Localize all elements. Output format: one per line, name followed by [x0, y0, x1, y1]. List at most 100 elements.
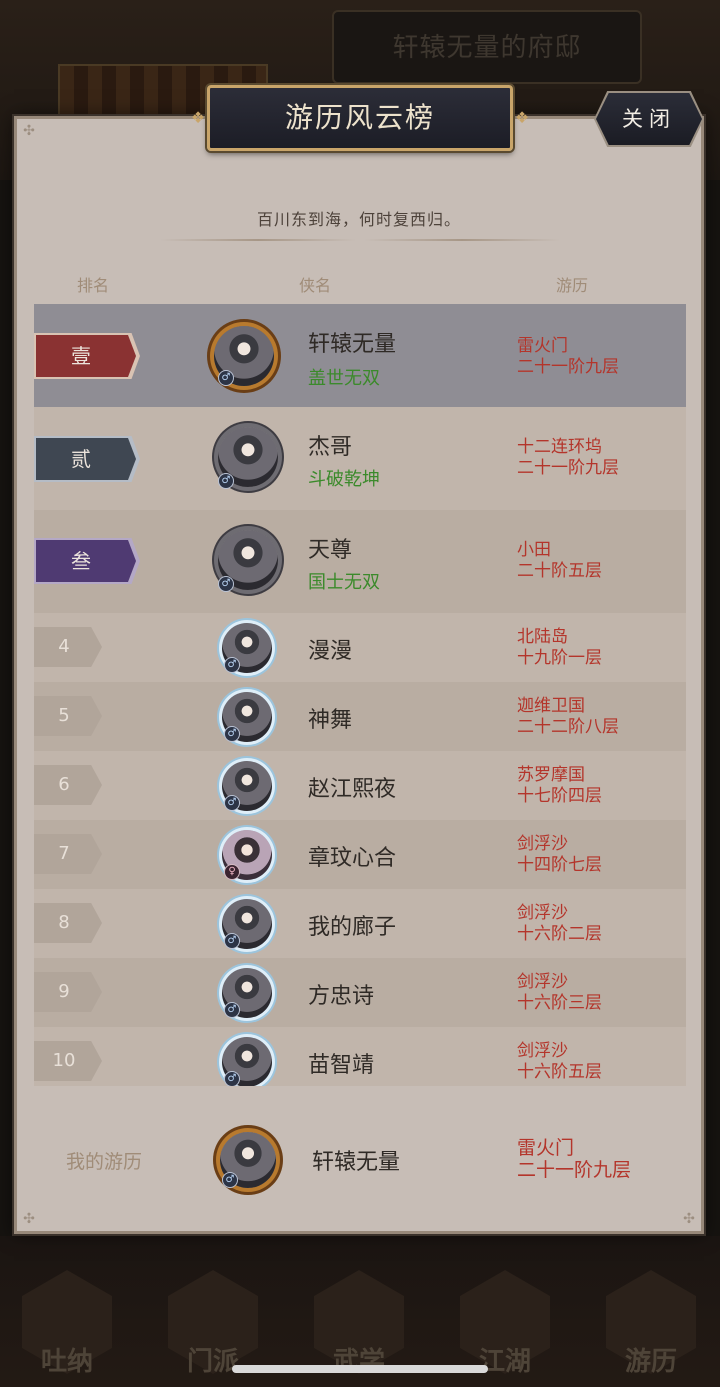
rank-label: 壹: [71, 344, 91, 368]
my-travel-place: 雷火门: [517, 1137, 575, 1159]
rank-label: 9: [58, 981, 70, 1002]
my-name: 轩辕无量: [312, 1150, 401, 1175]
leaderboard-row-8[interactable]: 8 ♂ 我的廊子 剑浮沙 十六阶二层: [34, 889, 686, 958]
player-name: 方忠诗: [308, 984, 375, 1009]
travel-place: 剑浮沙: [517, 834, 568, 854]
male-icon: ♂: [222, 1172, 238, 1188]
travel-place: 剑浮沙: [517, 1041, 568, 1061]
title-wing-right-icon: ❖: [514, 108, 530, 127]
leaderboard-row-9[interactable]: 9 ♂ 方忠诗 剑浮沙 十六阶三层: [34, 958, 686, 1027]
travel-stage: 二十阶五层: [517, 561, 602, 581]
leaderboard-row-1[interactable]: 壹 ♂ 轩辕无量 盖世无双 雷火门 二十一阶九层: [34, 304, 686, 407]
travel-place: 小田: [517, 540, 551, 560]
male-icon: ♂: [224, 657, 240, 673]
close-button[interactable]: 关闭: [596, 93, 702, 145]
rank-label: 8: [58, 912, 70, 933]
column-header-rank: 排名: [77, 276, 110, 295]
male-icon: ♂: [218, 370, 234, 386]
travel-place: 苏罗摩国: [517, 765, 585, 785]
rank-badge: 叁: [34, 538, 140, 584]
player-name: 天尊: [308, 538, 353, 563]
rank-badge: 6: [34, 765, 102, 805]
travel-stage: 二十二阶八层: [517, 717, 619, 737]
nav-youli-label: 游历: [624, 1347, 677, 1377]
player-name: 神舞: [308, 708, 353, 733]
leaderboard-row-6[interactable]: 6 ♂ 赵江熙夜 苏罗摩国 十七阶四层: [34, 751, 686, 820]
travel-place: 北陆岛: [517, 627, 568, 647]
corner-ornament-icon: ✣: [23, 123, 35, 139]
travel-place: 迦维卫国: [517, 696, 585, 716]
player-name: 章玟心合: [308, 846, 397, 871]
rank-badge: 10: [34, 1041, 102, 1081]
panel-subtitle: 百川东到海，何时复西归。: [256, 210, 461, 229]
nav-tuna-label: 吐纳: [40, 1347, 93, 1377]
travel-stage: 二十一阶九层: [517, 458, 619, 478]
player-title: 国士无双: [308, 572, 380, 593]
player-name: 漫漫: [308, 639, 353, 664]
panel-title-plate: 游历风云榜: [207, 85, 513, 151]
male-icon: ♂: [224, 933, 240, 949]
nav-jianghu: 江湖: [450, 1270, 560, 1380]
home-indicator[interactable]: [232, 1365, 488, 1373]
column-header-hero: 侠名: [299, 276, 332, 295]
nav-wuxue: 武学: [304, 1270, 414, 1380]
rank-label: 6: [58, 774, 70, 795]
rank-label: 10: [52, 1050, 76, 1071]
rank-badge: 7: [34, 834, 102, 874]
column-header-travel: 游历: [556, 276, 589, 295]
player-name: 轩辕无量: [308, 332, 397, 357]
rank-badge: 壹: [34, 333, 140, 379]
leaderboard-row-2[interactable]: 贰 ♂ 杰哥 斗破乾坤 十二连环坞 二十一阶九层: [34, 407, 686, 510]
rank-label: 7: [58, 843, 70, 864]
my-travel-label: 我的游历: [66, 1151, 143, 1173]
travel-stage: 十六阶二层: [517, 924, 602, 944]
male-icon: ♂: [224, 1002, 240, 1018]
mansion-title: 轩辕无量的府邸: [332, 10, 642, 84]
travel-place: 雷火门: [517, 336, 568, 356]
travel-stage: 十九阶一层: [517, 648, 602, 668]
travel-place: 十二连环坞: [517, 437, 602, 457]
rank-label: 叁: [71, 549, 91, 573]
subtitle-divider: [160, 239, 356, 241]
rank-badge: 5: [34, 696, 102, 736]
male-icon: ♂: [224, 795, 240, 811]
travel-stage: 十七阶四层: [517, 786, 602, 806]
rank-badge: 8: [34, 903, 102, 943]
player-name: 赵江熙夜: [308, 777, 397, 802]
male-icon: ♂: [218, 473, 234, 489]
rank-badge: 贰: [34, 436, 140, 482]
nav-tuna: 吐纳: [12, 1270, 122, 1380]
player-title: 斗破乾坤: [308, 469, 380, 490]
leaderboard-row-3[interactable]: 叁 ♂ 天尊 国士无双 小田 二十阶五层: [34, 510, 686, 613]
male-icon: ♂: [224, 1071, 240, 1086]
leaderboard-row-10[interactable]: 10 ♂ 苗智靖 剑浮沙 十六阶五层: [34, 1027, 686, 1086]
leaderboard-row-4[interactable]: 4 ♂ 漫漫 北陆岛 十九阶一层: [34, 613, 686, 682]
male-icon: ♂: [224, 726, 240, 742]
player-name: 杰哥: [308, 435, 353, 460]
player-name: 苗智靖: [308, 1053, 375, 1078]
rank-label: 5: [58, 705, 70, 726]
my-travel-stage: 二十一阶九层: [517, 1159, 632, 1181]
player-name: 我的廊子: [308, 915, 397, 940]
female-icon: ♀: [224, 864, 240, 880]
travel-place: 剑浮沙: [517, 903, 568, 923]
rank-badge: 4: [34, 627, 102, 667]
my-travel-row[interactable]: 我的游历 ♂ 轩辕无量 雷火门 二十一阶九层: [34, 1108, 686, 1208]
travel-stage: 二十一阶九层: [517, 357, 619, 377]
male-icon: ♂: [218, 576, 234, 592]
travel-stage: 十六阶三层: [517, 993, 602, 1013]
nav-youli: 游历: [596, 1270, 706, 1380]
rank-badge: 9: [34, 972, 102, 1012]
leaderboard-row-5[interactable]: 5 ♂ 神舞 迦维卫国 二十二阶八层: [34, 682, 686, 751]
subtitle-divider: [364, 239, 560, 241]
player-title: 盖世无双: [308, 368, 380, 389]
travel-stage: 十六阶五层: [517, 1062, 602, 1082]
leaderboard-row-7[interactable]: 7 ♀ 章玟心合 剑浮沙 十四阶七层: [34, 820, 686, 889]
travel-stage: 十四阶七层: [517, 855, 602, 875]
panel-title: 游历风云榜: [284, 101, 435, 134]
rank-label: 4: [58, 636, 70, 657]
close-button-label: 关闭: [622, 107, 676, 131]
corner-ornament-icon: ✣: [23, 1211, 35, 1227]
travel-place: 剑浮沙: [517, 972, 568, 992]
rank-label: 贰: [71, 447, 91, 471]
